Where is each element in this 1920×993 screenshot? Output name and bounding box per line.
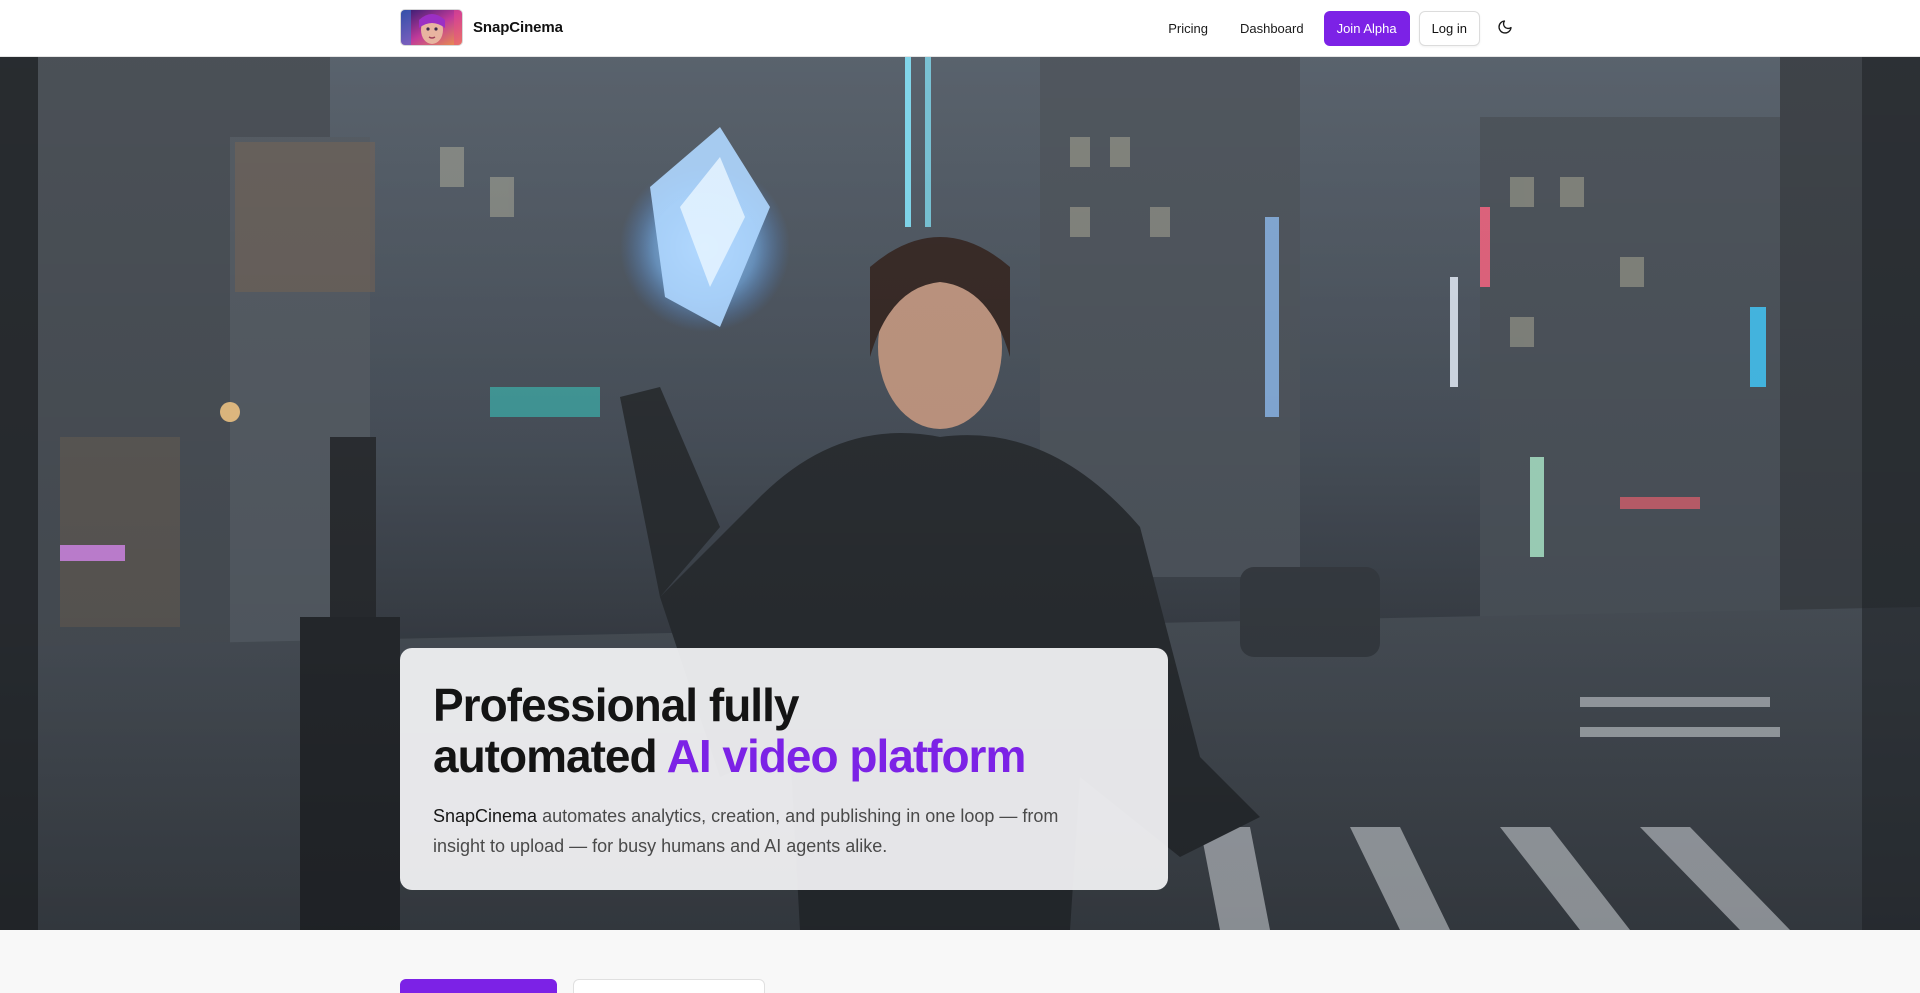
theme-toggle-button[interactable] — [1490, 14, 1520, 44]
headline-line-1: Professional fully — [433, 679, 799, 731]
below-hero-section — [0, 930, 1920, 993]
nav-dashboard-link[interactable]: Dashboard — [1224, 21, 1320, 36]
primary-cta-button[interactable] — [400, 979, 557, 993]
hero-headline: Professional fully automated AI video pl… — [433, 680, 1135, 782]
headline-accent: AI video platform — [666, 730, 1027, 782]
hero-section: Professional fully automated AI video pl… — [0, 57, 1920, 930]
moon-icon — [1497, 19, 1513, 38]
brand-logo-icon — [400, 9, 463, 46]
main-nav: Pricing Dashboard Join Alpha Log in — [1152, 11, 1520, 46]
nav-pricing-link[interactable]: Pricing — [1152, 21, 1224, 36]
hero-card: Professional fully automated AI video pl… — [400, 648, 1168, 890]
brand-name: SnapCinema — [473, 19, 563, 36]
login-button[interactable]: Log in — [1418, 11, 1480, 46]
hero-description: SnapCinema automates analytics, creation… — [433, 801, 1113, 861]
brand-link[interactable]: SnapCinema — [400, 9, 563, 46]
site-header: SnapCinema Pricing Dashboard Join Alpha … — [0, 0, 1920, 57]
description-brand: SnapCinema — [433, 806, 538, 826]
headline-line-2: automated — [433, 730, 667, 782]
join-alpha-button[interactable]: Join Alpha — [1323, 11, 1410, 46]
secondary-cta-button[interactable] — [573, 979, 765, 993]
